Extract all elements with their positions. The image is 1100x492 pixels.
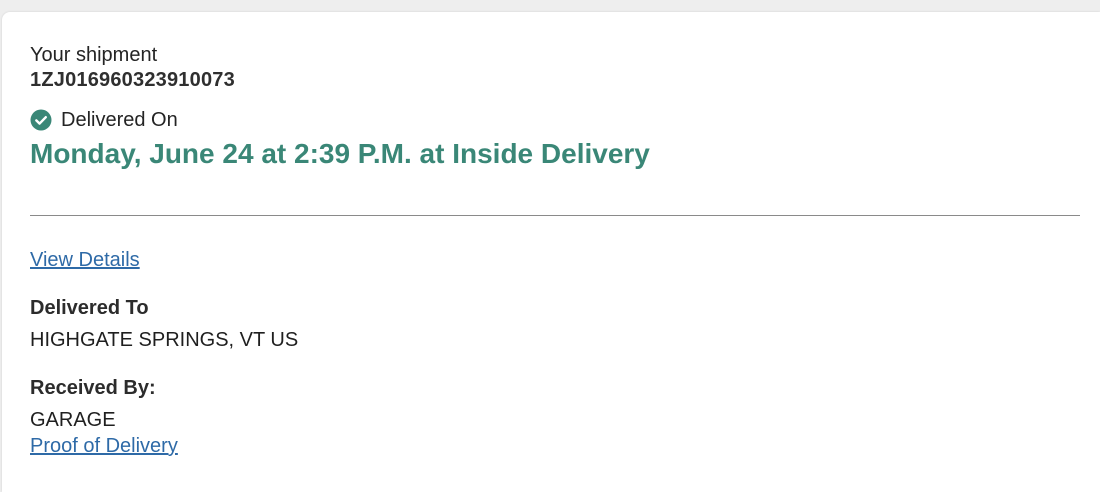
proof-of-delivery-link[interactable]: Proof of Delivery — [30, 434, 178, 458]
delivery-date: Monday, June 24 at 2:39 P.M. at Inside D… — [30, 138, 650, 169]
view-details-link[interactable]: View Details — [30, 248, 140, 272]
delivery-status-label: Delivered On — [61, 109, 178, 131]
check-circle-icon — [30, 109, 52, 131]
tracking-number: 1ZJ016960323910073 — [30, 69, 235, 91]
received-by-value: GARAGE — [30, 409, 116, 431]
delivered-to-value: HIGHGATE SPRINGS, VT US — [30, 329, 299, 351]
received-by-label: Received By: — [30, 377, 156, 399]
shipment-label: Your shipment — [30, 44, 158, 66]
divider — [30, 215, 1080, 216]
shipment-card: Your shipment 1ZJ016960323910073 Deliver… — [2, 12, 1100, 492]
delivery-status-row: Delivered On — [30, 108, 178, 132]
delivered-to-label: Delivered To — [30, 297, 149, 319]
